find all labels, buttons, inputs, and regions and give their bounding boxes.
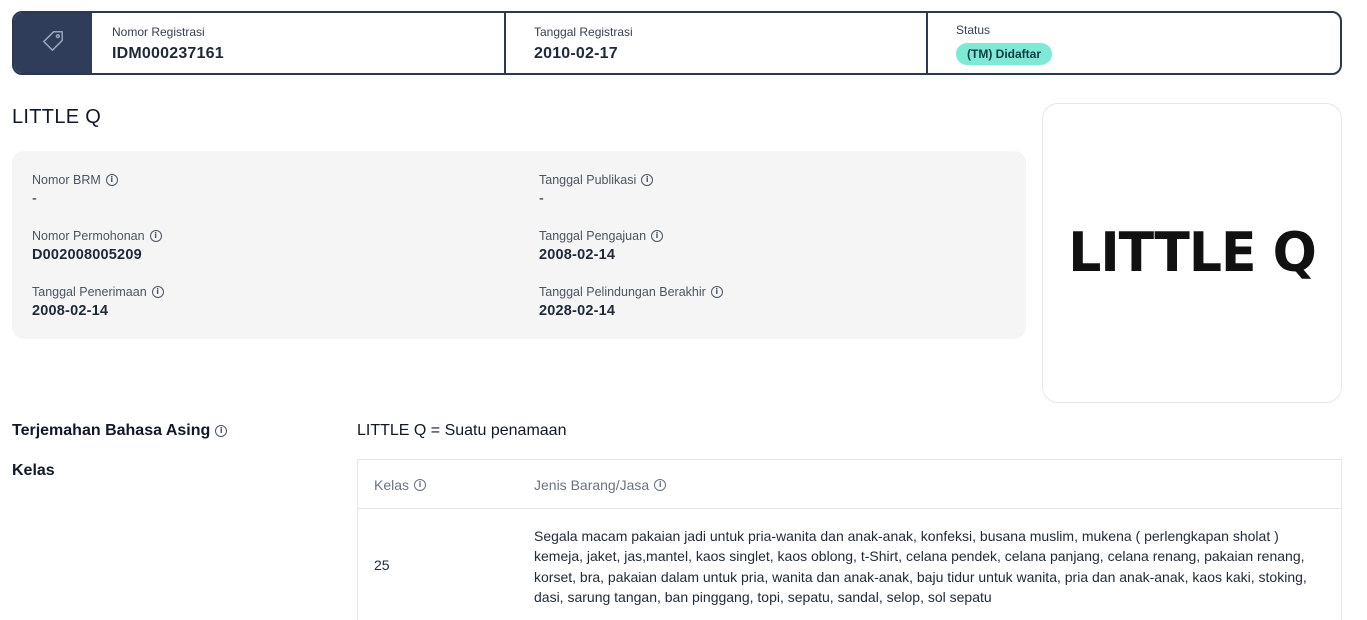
classes-label: Kelas <box>12 462 55 479</box>
filing-date-item: Tanggal Pengajuan i 2008-02-14 <box>539 228 664 263</box>
column-header-goods: Jenis Barang/Jasa i <box>534 477 667 493</box>
brm-value: - <box>32 191 38 207</box>
details-card: Nomor BRM i - Tanggal Publikasi i - Nomor … <box>12 151 1026 339</box>
brm-label: Nomor BRM <box>32 173 101 187</box>
publication-date-value: - <box>539 191 545 207</box>
status-cell: Status (TM) Didaftar <box>928 13 1340 73</box>
class-number: 25 <box>374 557 390 573</box>
translation-value: LITTLE Q = Suatu penamaan <box>357 422 567 439</box>
publication-date-item: Tanggal Publikasi i - <box>539 172 654 207</box>
filing-date-label: Tanggal Pengajuan <box>539 229 647 243</box>
column-header-class-label: Kelas <box>374 477 410 493</box>
info-icon[interactable]: i <box>105 174 118 186</box>
application-number-label: Nomor Permohonan <box>32 229 145 243</box>
goods-description: Segala macam pakaian jadi untuk pria-wan… <box>534 528 1307 605</box>
column-header-class: Kelas i <box>374 477 427 493</box>
receipt-date-item: Tanggal Penerimaan i 2008-02-14 <box>32 284 164 319</box>
receipt-date-label: Tanggal Penerimaan <box>32 285 147 299</box>
translation-row-label: Terjemahan Bahasa Asing i <box>12 422 228 440</box>
registration-number: IDM000237161 <box>112 45 224 62</box>
trademark-logo: LITTLE Q <box>1068 221 1317 285</box>
class-table: Kelas i Jenis Barang/Jasa i 25 Segala ma… <box>357 459 1342 620</box>
info-icon[interactable]: i <box>414 479 427 491</box>
application-number-value: D002008005209 <box>32 247 142 263</box>
trademark-logo-card[interactable]: LITTLE Q <box>1042 103 1342 403</box>
status-badge: (TM) Didaftar <box>956 43 1052 65</box>
status-label: Status <box>956 23 991 37</box>
info-icon[interactable]: i <box>151 286 164 298</box>
registration-date-cell: Tanggal Registrasi 2010-02-17 <box>506 13 928 73</box>
registration-number-cell: Nomor Registrasi IDM000237161 <box>92 13 506 73</box>
table-header-row: Kelas i Jenis Barang/Jasa i <box>358 460 1341 509</box>
translation-label: Terjemahan Bahasa Asing <box>12 422 211 439</box>
application-number-item: Nomor Permohonan i D002008005209 <box>32 228 162 263</box>
brm-item: Nomor BRM i - <box>32 172 118 207</box>
classes-row-label: Kelas <box>12 462 55 480</box>
column-header-goods-label: Jenis Barang/Jasa <box>534 477 650 493</box>
tag-icon <box>40 28 66 59</box>
filing-date-value: 2008-02-14 <box>539 247 616 263</box>
info-icon[interactable]: i <box>654 479 667 491</box>
registration-number-label: Nomor Registrasi <box>112 25 205 39</box>
page-title: LITTLE Q <box>12 106 102 128</box>
protection-end-value: 2028-02-14 <box>539 303 616 319</box>
info-icon[interactable]: i <box>149 230 162 242</box>
info-icon[interactable]: i <box>641 174 654 186</box>
info-icon[interactable]: i <box>710 286 723 298</box>
protection-end-label: Tanggal Pelindungan Berakhir <box>539 285 706 299</box>
protection-end-item: Tanggal Pelindungan Berakhir i 2028-02-14 <box>539 284 723 319</box>
registration-header: Nomor Registrasi IDM000237161 Tanggal Re… <box>12 11 1342 75</box>
registration-date: 2010-02-17 <box>534 45 618 62</box>
info-icon[interactable]: i <box>215 425 228 437</box>
registration-date-label: Tanggal Registrasi <box>534 25 633 39</box>
publication-date-label: Tanggal Publikasi <box>539 173 637 187</box>
info-icon[interactable]: i <box>651 230 664 242</box>
header-icon-box <box>14 13 92 73</box>
receipt-date-value: 2008-02-14 <box>32 303 109 319</box>
